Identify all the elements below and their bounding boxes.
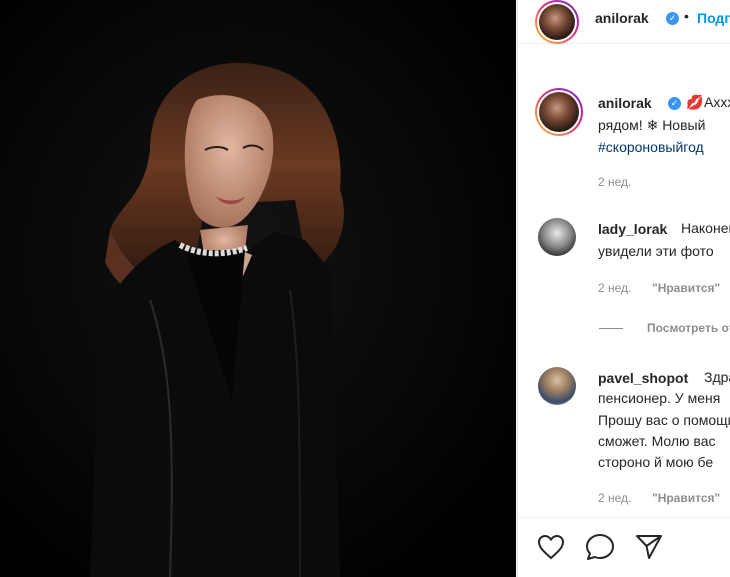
view-replies-button[interactable]: Посмотреть ответы (1) bbox=[647, 321, 730, 335]
caption-avatar[interactable] bbox=[535, 88, 583, 136]
post-photo[interactable] bbox=[0, 0, 516, 577]
action-bar bbox=[518, 517, 730, 577]
author-username[interactable]: anilorak bbox=[595, 10, 649, 26]
comment-icon[interactable] bbox=[585, 533, 615, 561]
comment-username[interactable]: lady_lorak bbox=[598, 221, 667, 237]
comment-text-line1: Наконец bbox=[681, 220, 730, 236]
share-icon[interactable] bbox=[635, 533, 663, 561]
comment-text-line4: сможет. Молю вас bbox=[598, 433, 716, 449]
caption-text-line2: рядом! ❄ Новый bbox=[598, 117, 706, 133]
comment-like-button[interactable]: "Нравится" bbox=[652, 281, 720, 295]
comment-timestamp[interactable]: 2 нед. bbox=[598, 491, 631, 505]
commenter-avatar[interactable] bbox=[538, 367, 576, 405]
replies-divider bbox=[599, 328, 623, 329]
comment-text-line1: Здравствуйте bbox=[704, 369, 730, 385]
caption-timestamp[interactable]: 2 нед. bbox=[598, 175, 631, 189]
separator-dot: • bbox=[684, 8, 689, 24]
author-avatar[interactable] bbox=[535, 0, 579, 44]
comment-text-line2: увидели эти фото bbox=[598, 243, 714, 259]
comments-panel: anilorak ✓ • Подписаться anilorak ✓ 💋 Ах… bbox=[517, 0, 730, 577]
caption-text-line1: Ахххх bbox=[704, 94, 730, 110]
photo-illustration bbox=[0, 0, 516, 577]
verified-badge-icon: ✓ bbox=[666, 12, 679, 25]
comment-timestamp[interactable]: 2 нед. bbox=[598, 281, 631, 295]
comment-text-line2: пенсионер. У меня bbox=[598, 390, 721, 406]
caption-username[interactable]: anilorak bbox=[598, 95, 652, 111]
comment-text-line5: стороно й мою бе bbox=[598, 454, 714, 470]
commenter-avatar[interactable] bbox=[538, 218, 576, 256]
lips-emoji: 💋 bbox=[686, 94, 704, 110]
caption-hashtag[interactable]: #скороновыйгод bbox=[598, 137, 704, 158]
comment-like-button[interactable]: "Нравится" bbox=[652, 491, 720, 505]
heart-icon[interactable] bbox=[537, 534, 565, 560]
post-header: anilorak ✓ • Подписаться bbox=[518, 0, 730, 44]
comment-username[interactable]: pavel_shopot bbox=[598, 370, 688, 386]
verified-badge-icon: ✓ bbox=[668, 97, 681, 110]
comment-text-line3: Прошу вас о помощи bbox=[598, 412, 730, 428]
follow-button[interactable]: Подписаться bbox=[697, 10, 730, 26]
